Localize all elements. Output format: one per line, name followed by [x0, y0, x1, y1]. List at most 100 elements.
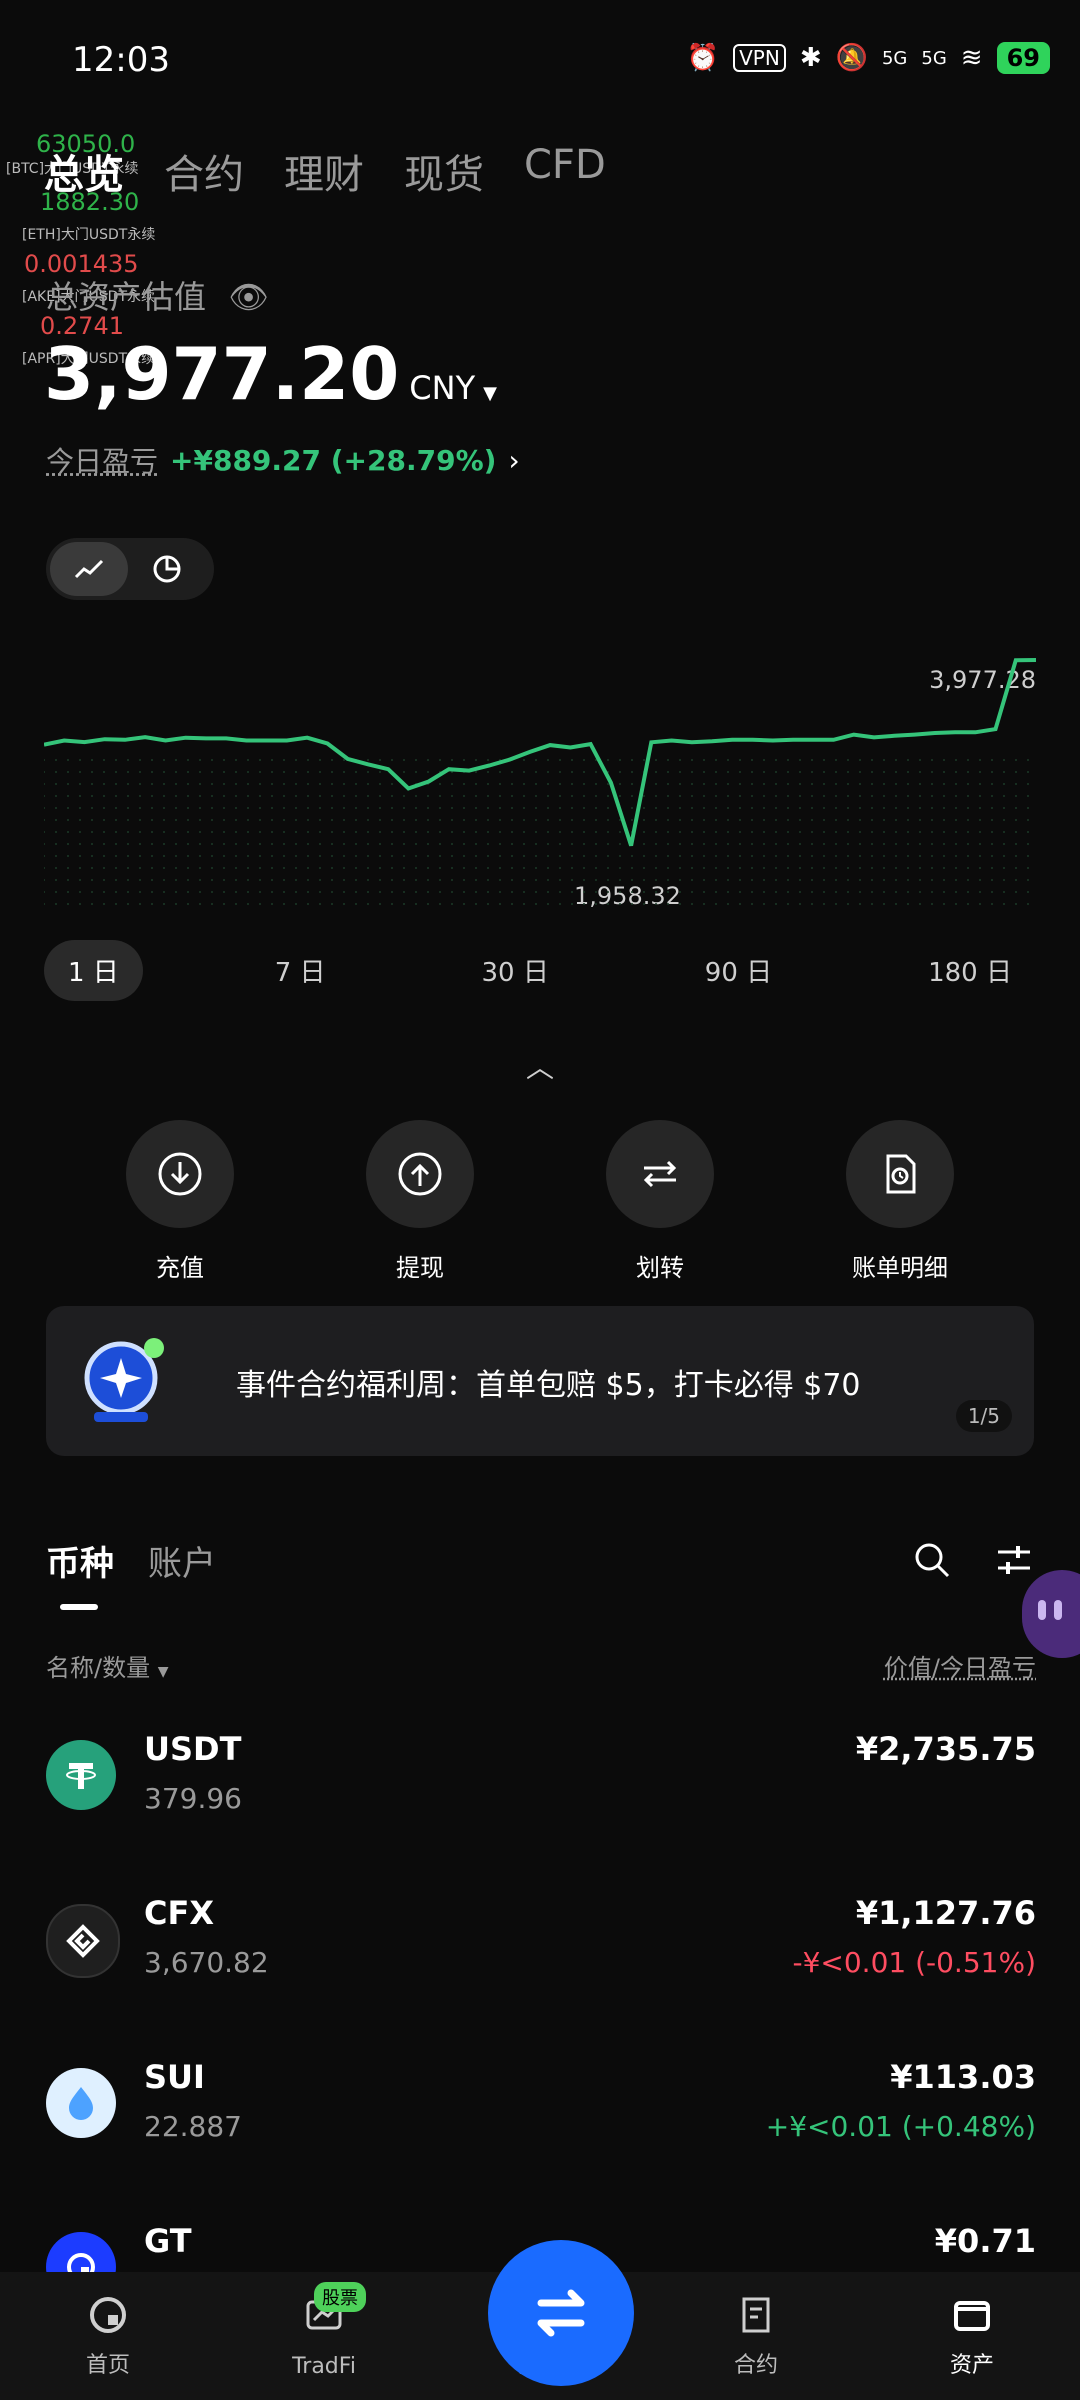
assistant-bubble-icon[interactable]	[1022, 1570, 1080, 1658]
chart-grid-dot	[403, 855, 405, 857]
asset-chart[interactable]	[44, 650, 1036, 910]
chart-grid-dot	[475, 843, 477, 845]
chart-grid-dot	[811, 819, 813, 821]
chart-grid-dot	[703, 759, 705, 761]
nav-home[interactable]: 首页	[18, 2293, 198, 2379]
chart-grid-dot	[139, 771, 141, 773]
chart-grid-dot	[1027, 819, 1029, 821]
chart-grid-dot	[943, 807, 945, 809]
chart-grid-dot	[283, 867, 285, 869]
chart-grid-dot	[523, 867, 525, 869]
trade-fab[interactable]	[488, 2240, 634, 2386]
transfer-button[interactable]: 划转	[560, 1120, 760, 1283]
chart-grid-dot	[583, 843, 585, 845]
chart-grid-dot	[451, 819, 453, 821]
nav-tradfi[interactable]: 股票 TradFi	[234, 2281, 414, 2379]
chart-grid-dot	[439, 807, 441, 809]
tab-coins[interactable]: 币种	[46, 1536, 114, 1585]
pnl-row[interactable]: 今日盈亏 +¥889.27 (+28.79%) ›	[46, 440, 520, 480]
range-90d[interactable]: 90 日	[681, 940, 796, 1001]
line-chart-icon[interactable]	[50, 542, 128, 596]
search-icon[interactable]	[912, 1540, 952, 1584]
promo-banner[interactable]: 事件合约福利周：首单包赔 $5，打卡必得 $70 1/5	[46, 1306, 1034, 1456]
chart-grid-dot	[355, 795, 357, 797]
range-180d[interactable]: 180 日	[904, 940, 1036, 1001]
chart-grid-dot	[343, 879, 345, 881]
collapse-chevron-icon[interactable]: ︿	[526, 1046, 554, 1086]
chart-grid-dot	[523, 771, 525, 773]
chart-grid-dot	[331, 759, 333, 761]
chart-grid-dot	[775, 795, 777, 797]
sort-name-qty[interactable]: 名称/数量 ▼	[46, 1648, 169, 1683]
range-1d[interactable]: 1 日	[44, 940, 143, 1001]
chart-grid-dot	[199, 831, 201, 833]
chart-grid-dot	[427, 867, 429, 869]
chart-grid-dot	[535, 819, 537, 821]
chart-grid-dot	[295, 795, 297, 797]
chart-grid-dot	[907, 783, 909, 785]
chart-grid-dot	[931, 903, 933, 905]
chart-grid-dot	[871, 867, 873, 869]
chart-grid-dot	[523, 795, 525, 797]
chart-grid-dot	[775, 879, 777, 881]
chart-grid-dot	[187, 807, 189, 809]
sort-value-pnl[interactable]: 价值/今日盈亏	[884, 1648, 1036, 1683]
caret-down-icon[interactable]: ▼	[483, 383, 497, 404]
chart-grid-dot	[127, 819, 129, 821]
chart-grid-dot	[955, 903, 957, 905]
withdraw-button[interactable]: 提现	[320, 1120, 520, 1283]
range-7d[interactable]: 7 日	[251, 940, 350, 1001]
coin-row-cfx[interactable]: CFX 3,670.82 ¥1,127.76 -¥<0.01 (-0.51%)	[46, 1894, 1036, 2004]
chart-grid-dot	[547, 903, 549, 905]
tab-finance[interactable]: 理财	[284, 142, 364, 200]
pie-chart-icon[interactable]	[128, 542, 206, 596]
nav-assets[interactable]: 资产	[882, 2293, 1062, 2379]
coin-row-sui[interactable]: SUI 22.887 ¥113.03 +¥<0.01 (+0.48%)	[46, 2058, 1036, 2168]
chart-grid-dot	[835, 783, 837, 785]
chart-grid-dot	[499, 891, 501, 893]
chart-grid-dot	[727, 855, 729, 857]
chart-grid-dot	[367, 819, 369, 821]
chart-grid-dot	[523, 843, 525, 845]
filter-icon[interactable]	[994, 1540, 1034, 1584]
chart-grid-dot	[571, 759, 573, 761]
tab-contract[interactable]: 合约	[164, 142, 244, 200]
chart-grid-dot	[391, 795, 393, 797]
chart-grid-dot	[271, 795, 273, 797]
chart-grid-dot	[547, 867, 549, 869]
chart-grid-dot	[763, 867, 765, 869]
tab-spot[interactable]: 现货	[404, 142, 484, 200]
deposit-button[interactable]: 充值	[80, 1120, 280, 1283]
chart-grid-dot	[331, 879, 333, 881]
chart-grid-dot	[511, 843, 513, 845]
range-30d[interactable]: 30 日	[458, 940, 573, 1001]
chart-grid-dot	[403, 831, 405, 833]
chart-grid-dot	[67, 867, 69, 869]
chart-grid-dot	[751, 819, 753, 821]
chart-grid-dot	[211, 843, 213, 845]
chart-grid-dot	[751, 795, 753, 797]
chart-grid-dot	[799, 831, 801, 833]
chart-grid-dot	[1003, 783, 1005, 785]
chart-grid-dot	[547, 771, 549, 773]
coin-row-usdt[interactable]: USDT 379.96 ¥2,735.75	[46, 1730, 1036, 1840]
chart-grid-dot	[799, 855, 801, 857]
chart-grid-dot	[127, 855, 129, 857]
chart-grid-dot	[643, 903, 645, 905]
chart-grid-dot	[847, 891, 849, 893]
chart-grid-dot	[199, 855, 201, 857]
chart-grid-dot	[235, 843, 237, 845]
chart-grid-dot	[655, 807, 657, 809]
tab-overview[interactable]: 总览	[44, 142, 124, 200]
nav-contract[interactable]: 合约	[666, 2293, 846, 2379]
tab-cfd[interactable]: CFD	[524, 142, 606, 200]
chart-grid-dot	[667, 831, 669, 833]
chart-grid-dot	[811, 795, 813, 797]
currency-select[interactable]: CNY	[409, 369, 475, 407]
tab-accounts[interactable]: 账户	[148, 1536, 216, 1585]
bill-button[interactable]: 账单明细	[800, 1120, 1000, 1283]
coin-symbol: SUI	[144, 2058, 205, 2096]
eye-icon[interactable]: 👁	[228, 278, 269, 316]
chart-grid-dot	[631, 855, 633, 857]
chart-grid-dot	[343, 771, 345, 773]
